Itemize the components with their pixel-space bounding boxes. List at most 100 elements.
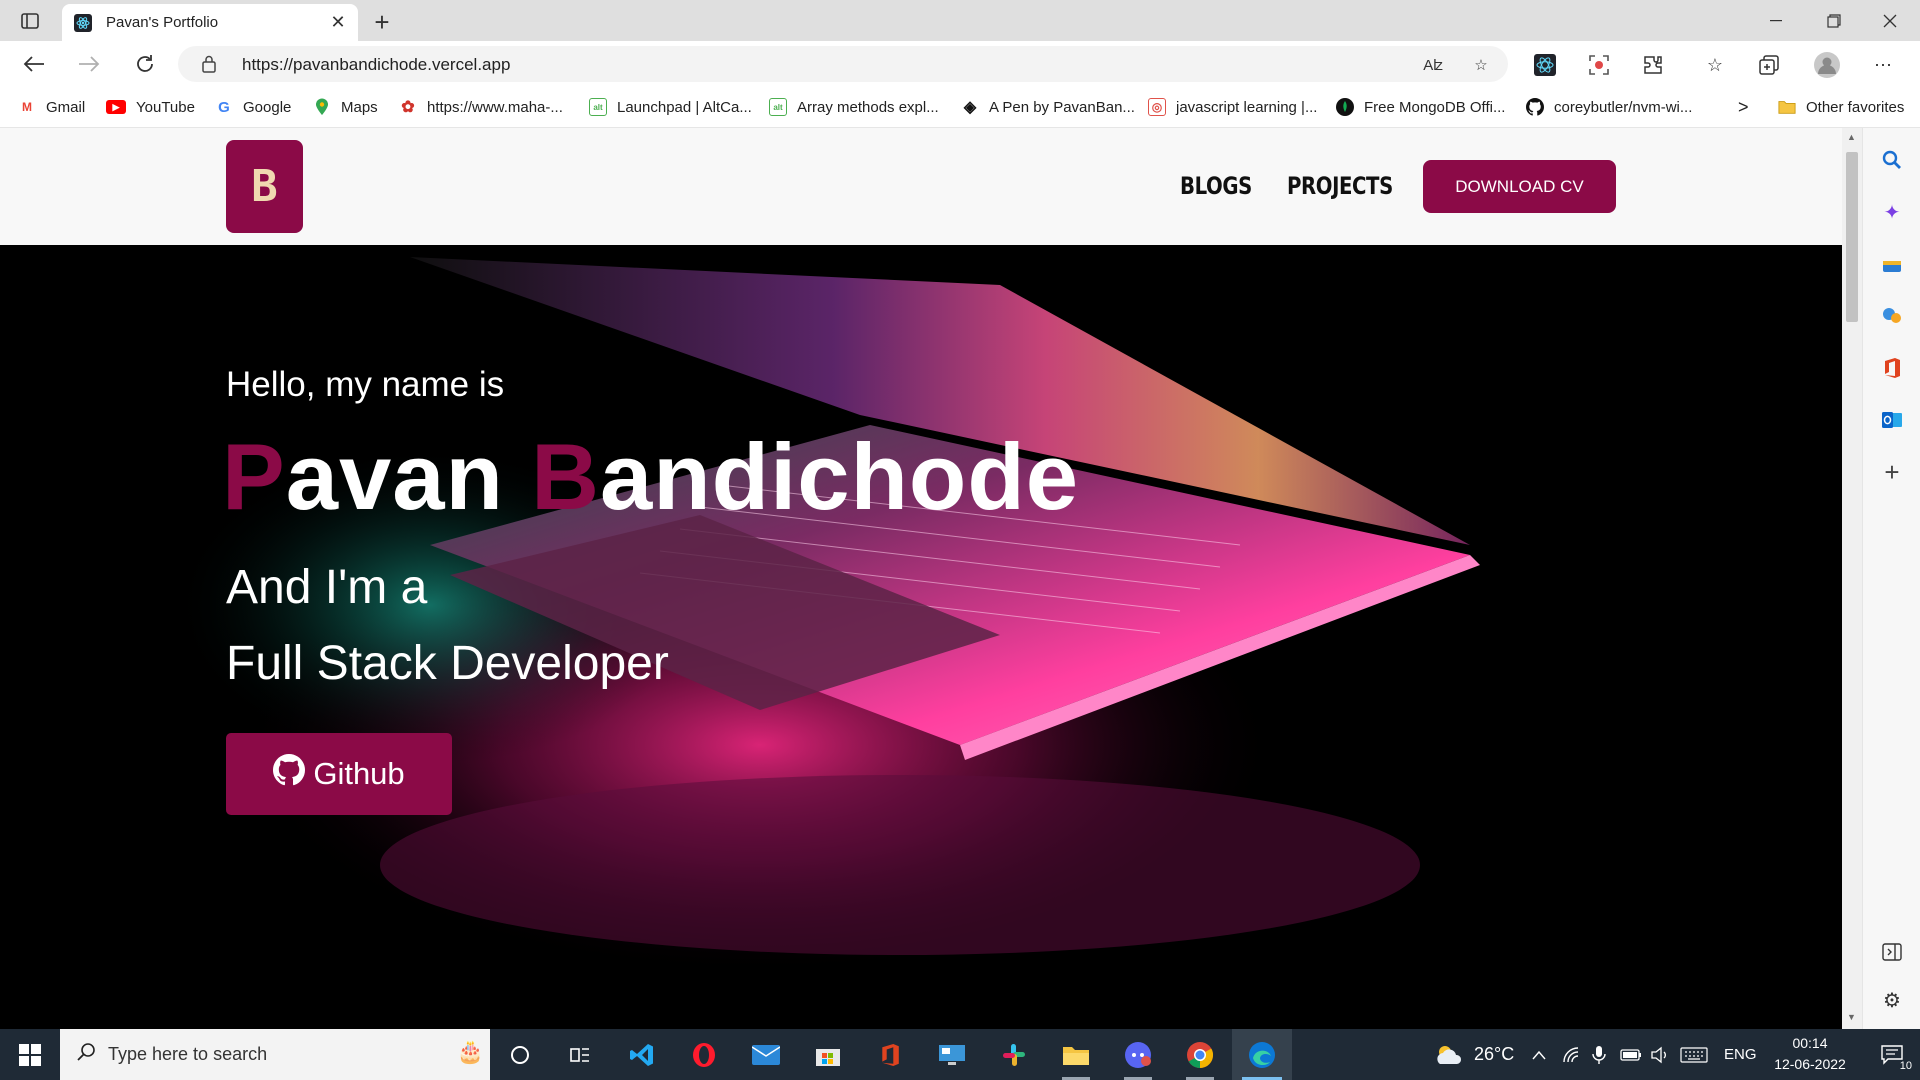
name-first-initial: P bbox=[222, 424, 286, 529]
altcampus-icon: alt bbox=[769, 98, 787, 116]
page-viewport: B BLOGS PROJECTS DOWNLOAD CV Hello, my n… bbox=[0, 128, 1862, 1029]
github-icon bbox=[273, 754, 306, 794]
other-favorites[interactable]: Other favorites bbox=[1778, 97, 1904, 117]
scroll-up-icon[interactable]: ▲ bbox=[1847, 132, 1856, 142]
restore-icon[interactable] bbox=[1806, 0, 1862, 41]
more-bookmarks-chevron-icon[interactable]: > bbox=[1738, 97, 1749, 117]
notification-center-icon[interactable]: 10 bbox=[1864, 1029, 1920, 1080]
cortana-icon[interactable] bbox=[490, 1029, 550, 1080]
office-icon[interactable] bbox=[860, 1029, 920, 1080]
opera-icon[interactable] bbox=[674, 1029, 734, 1080]
altcampus-icon: alt bbox=[589, 98, 607, 116]
clock-time: 00:14 bbox=[1792, 1035, 1828, 1051]
react-devtools-icon[interactable] bbox=[1532, 52, 1558, 78]
discord-icon[interactable] bbox=[1108, 1029, 1168, 1080]
bookmark-maha[interactable]: ✿ https://www.maha-... bbox=[399, 97, 563, 117]
network-icon[interactable] bbox=[1562, 1029, 1582, 1080]
back-icon[interactable] bbox=[19, 49, 49, 79]
close-tab-icon[interactable]: ✕ bbox=[326, 11, 350, 35]
hero-name: Pavan Bandichode bbox=[222, 423, 1079, 531]
discover-sparkle-icon[interactable]: ✦ bbox=[1880, 200, 1904, 224]
tab-title: Pavan's Portfolio bbox=[106, 14, 219, 31]
tools-icon[interactable] bbox=[1880, 304, 1904, 328]
chrome-icon[interactable] bbox=[1170, 1029, 1230, 1080]
browser-tab-bar: Pavan's Portfolio ✕ + bbox=[0, 0, 1920, 41]
address-bar[interactable]: https://pavanbandichode.vercel.app Aʫ ☆ bbox=[178, 46, 1508, 82]
browser-toolbar: https://pavanbandichode.vercel.app Aʫ ☆ … bbox=[0, 41, 1920, 86]
bookmark-maps[interactable]: Maps bbox=[313, 97, 378, 117]
bookmark-gmail[interactable]: M Gmail bbox=[18, 97, 85, 117]
close-window-icon[interactable] bbox=[1862, 0, 1918, 41]
tab-active[interactable]: Pavan's Portfolio ✕ bbox=[62, 4, 358, 41]
maha-icon: ✿ bbox=[401, 99, 415, 116]
add-favorite-icon[interactable]: ☆ bbox=[1470, 54, 1492, 76]
show-hidden-icons-chevron-icon[interactable] bbox=[1532, 1029, 1546, 1080]
mail-icon[interactable] bbox=[736, 1029, 796, 1080]
scroll-down-icon[interactable]: ▼ bbox=[1847, 1012, 1856, 1022]
new-tab-button[interactable]: + bbox=[368, 7, 396, 37]
minimize-icon[interactable] bbox=[1748, 0, 1804, 41]
input-language[interactable]: ENG bbox=[1724, 1029, 1757, 1080]
bookmark-google[interactable]: G Google bbox=[215, 97, 291, 117]
outlook-icon[interactable] bbox=[1880, 408, 1904, 432]
extensions-icon[interactable] bbox=[1640, 52, 1666, 78]
taskbar-search-box[interactable]: Type here to search 🎂 bbox=[60, 1029, 490, 1080]
bookmark-javascript-learning[interactable]: ◎ javascript learning |... bbox=[1148, 97, 1317, 117]
tab-actions-icon[interactable] bbox=[18, 9, 42, 33]
microphone-icon[interactable] bbox=[1592, 1029, 1606, 1080]
lock-icon[interactable] bbox=[202, 55, 216, 78]
page-scrollbar[interactable]: ▲ ▼ bbox=[1842, 128, 1862, 1029]
nav-link-blogs[interactable]: BLOGS bbox=[1180, 172, 1252, 200]
sidebar-settings-gear-icon[interactable]: ⚙ bbox=[1880, 988, 1904, 1012]
youtube-icon: ▶ bbox=[106, 100, 126, 114]
nav-link-projects[interactable]: PROJECTS bbox=[1287, 172, 1393, 200]
touch-keyboard-icon[interactable] bbox=[1680, 1029, 1708, 1080]
slack-icon[interactable] bbox=[984, 1029, 1044, 1080]
vscode-icon[interactable] bbox=[612, 1029, 672, 1080]
codepen-icon: ◈ bbox=[963, 99, 977, 116]
collections-icon[interactable] bbox=[1756, 52, 1782, 78]
scrollbar-thumb[interactable] bbox=[1846, 152, 1858, 322]
add-sidebar-app-icon[interactable]: + bbox=[1880, 457, 1904, 487]
hero-greeting: Hello, my name is bbox=[226, 365, 505, 404]
office-icon[interactable] bbox=[1880, 356, 1904, 380]
bookmark-nvm-windows[interactable]: coreybutler/nvm-wi... bbox=[1526, 97, 1692, 117]
favorites-icon[interactable]: ☆ bbox=[1702, 52, 1728, 78]
hero-role: Full Stack Developer bbox=[226, 637, 669, 690]
search-icon[interactable] bbox=[1880, 148, 1904, 172]
google-icon: G bbox=[218, 98, 230, 116]
bookmark-youtube[interactable]: ▶ YouTube bbox=[106, 97, 195, 117]
system-clock[interactable]: 00:14 12-06-2022 bbox=[1760, 1033, 1860, 1075]
bookmark-array-methods[interactable]: alt Array methods expl... bbox=[769, 97, 939, 117]
file-explorer-icon[interactable] bbox=[1046, 1029, 1106, 1080]
refresh-icon[interactable] bbox=[130, 49, 160, 79]
site-logo[interactable]: B bbox=[226, 140, 303, 233]
download-cv-button[interactable]: DOWNLOAD CV bbox=[1423, 160, 1616, 213]
clock-date: 12-06-2022 bbox=[1774, 1056, 1846, 1072]
screen-capture-icon[interactable] bbox=[1586, 52, 1612, 78]
read-aloud-icon[interactable]: Aʫ bbox=[1422, 54, 1444, 76]
microsoft-store-icon[interactable] bbox=[798, 1029, 858, 1080]
github-button[interactable]: Github bbox=[226, 733, 452, 815]
weather-widget[interactable]: 26°C bbox=[1434, 1029, 1514, 1080]
bookmark-launchpad[interactable]: alt Launchpad | AltCa... bbox=[589, 97, 752, 117]
volume-icon[interactable] bbox=[1650, 1029, 1670, 1080]
remote-desktop-icon[interactable] bbox=[922, 1029, 982, 1080]
learning-icon: ◎ bbox=[1148, 98, 1166, 116]
search-highlight-icon: 🎂 bbox=[456, 1039, 484, 1064]
forward-icon[interactable] bbox=[74, 49, 104, 79]
bookmark-mongodb[interactable]: Free MongoDB Offi... bbox=[1336, 97, 1505, 117]
shopping-icon[interactable] bbox=[1880, 252, 1904, 276]
url-text[interactable]: https://pavanbandichode.vercel.app bbox=[242, 55, 510, 75]
battery-icon[interactable] bbox=[1620, 1029, 1642, 1080]
hide-sidebar-icon[interactable] bbox=[1880, 940, 1904, 964]
mongodb-icon bbox=[1336, 98, 1354, 116]
settings-more-icon[interactable]: ⋯ bbox=[1870, 52, 1896, 78]
edge-icon[interactable] bbox=[1232, 1029, 1292, 1080]
bookmark-codepen[interactable]: ◈ A Pen by PavanBan... bbox=[961, 97, 1135, 117]
name-last-rest: andichode bbox=[599, 424, 1080, 529]
task-view-icon[interactable] bbox=[550, 1029, 610, 1080]
profile-avatar-icon[interactable] bbox=[1814, 52, 1840, 78]
search-placeholder: Type here to search bbox=[108, 1044, 268, 1064]
windows-start-icon[interactable] bbox=[0, 1029, 60, 1080]
